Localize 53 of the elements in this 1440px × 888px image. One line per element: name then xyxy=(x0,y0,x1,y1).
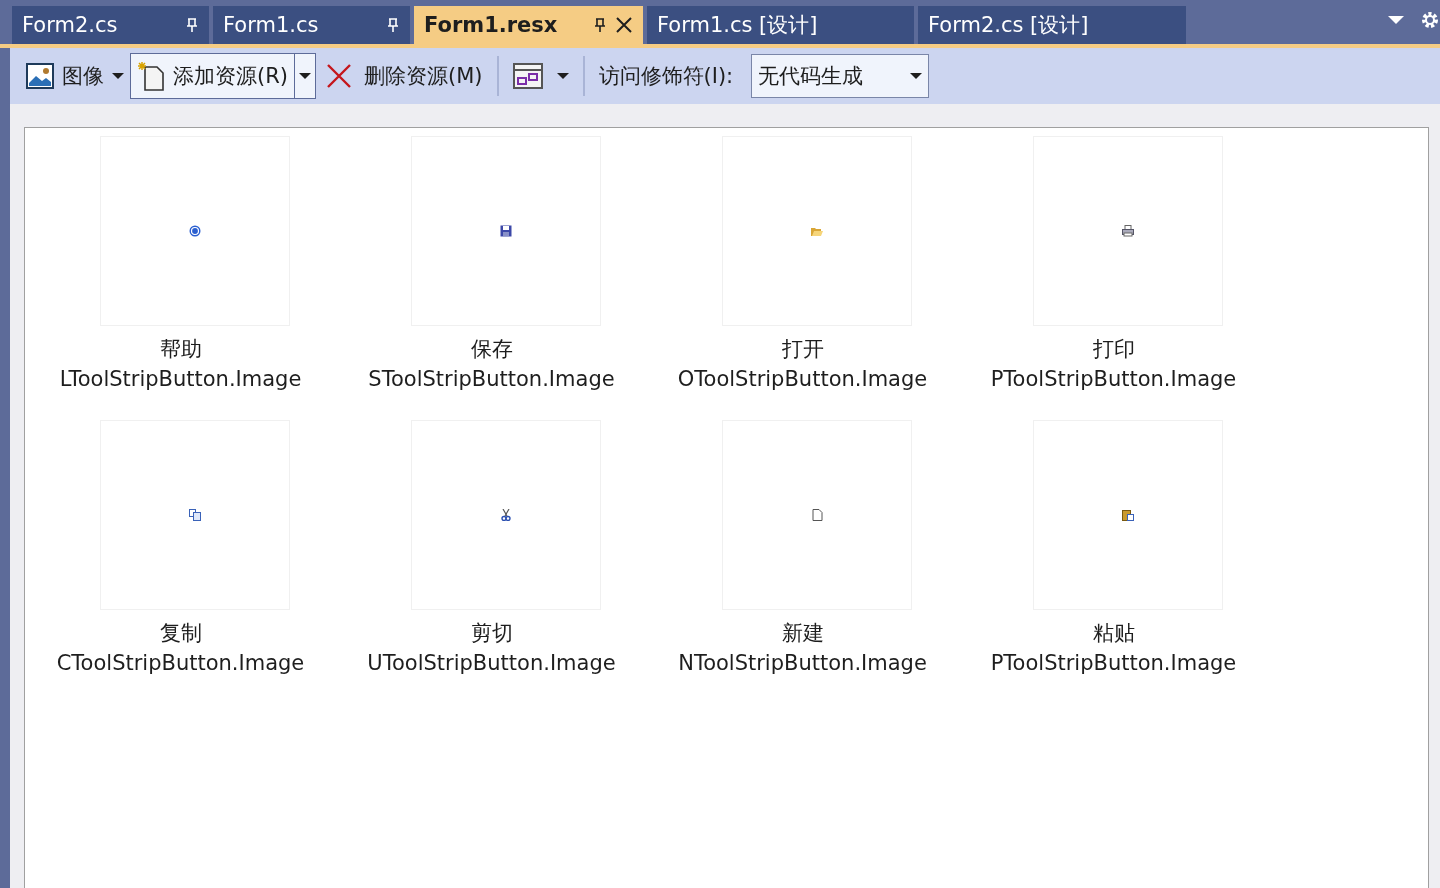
image-thumbnail[interactable] xyxy=(410,136,601,326)
image-thumbnail[interactable] xyxy=(1032,136,1223,326)
resource-name: 打开 xyxy=(781,336,824,363)
delete-icon xyxy=(326,63,352,89)
resource-name: 剪切 xyxy=(470,620,513,647)
image-thumbnail[interactable] xyxy=(99,420,290,610)
new-file-icon xyxy=(137,61,165,91)
image-thumbnail[interactable] xyxy=(99,136,290,326)
printer-icon xyxy=(1121,225,1134,237)
editor-tab[interactable]: Form1.cs xyxy=(213,6,410,44)
caret-icon xyxy=(556,73,569,79)
image-icon xyxy=(26,63,54,89)
resource-name: 新建 xyxy=(781,620,824,647)
resource-name: 打印 xyxy=(1092,336,1135,363)
resource-name: 粘贴 xyxy=(1092,620,1135,647)
close-icon[interactable] xyxy=(615,16,633,34)
editor-tab[interactable]: Form2.cs xyxy=(12,6,209,44)
image-thumbnail[interactable] xyxy=(721,136,912,326)
image-thumbnail[interactable] xyxy=(410,420,601,610)
image-thumbnail[interactable] xyxy=(1032,420,1223,610)
resource-name: 帮助 xyxy=(159,336,202,363)
remove-resource-button[interactable]: 删除资源(M) xyxy=(326,53,483,99)
access-modifier-label: 访问修饰符(I): xyxy=(598,63,734,90)
image-type-button[interactable]: 图像 xyxy=(26,53,124,99)
save-icon xyxy=(499,225,512,237)
resource-caption: PToolStripButton.Image xyxy=(990,366,1237,393)
editor-tab[interactable]: Form2.cs [设计] xyxy=(918,6,1186,44)
resource-caption: UToolStripButton.Image xyxy=(367,650,616,677)
scissors-icon xyxy=(499,509,512,521)
folder-icon xyxy=(810,225,823,237)
settings-icon[interactable] xyxy=(1420,10,1440,30)
caret-icon xyxy=(910,73,923,79)
editor-tab[interactable]: Form1.cs [设计] xyxy=(647,6,914,44)
copy-icon xyxy=(188,509,201,521)
resource-caption: SToolStripButton.Image xyxy=(368,366,615,393)
resource-name: 复制 xyxy=(159,620,202,647)
dropdown-icon[interactable] xyxy=(1388,16,1404,24)
resource-name: 保存 xyxy=(470,336,513,363)
view-icon xyxy=(512,63,543,89)
clipboard-icon xyxy=(1121,509,1134,521)
resource-caption: NToolStripButton.Image xyxy=(678,650,927,677)
resource-caption: PToolStripButton.Image xyxy=(990,650,1237,677)
access-modifier-dropdown[interactable]: 无代码生成 xyxy=(751,54,930,98)
pin-icon[interactable] xyxy=(593,17,607,33)
caret-icon xyxy=(112,73,124,79)
image-thumbnail[interactable] xyxy=(721,420,912,610)
editor-tab[interactable]: Form1.resx xyxy=(414,6,643,44)
resource-caption: LToolStripButton.Image xyxy=(59,366,302,393)
resource-caption: OToolStripButton.Image xyxy=(677,366,928,393)
page-icon xyxy=(810,509,823,521)
caret-icon xyxy=(299,73,311,79)
resource-caption: CToolStripButton.Image xyxy=(56,650,305,677)
help-icon xyxy=(188,225,201,237)
